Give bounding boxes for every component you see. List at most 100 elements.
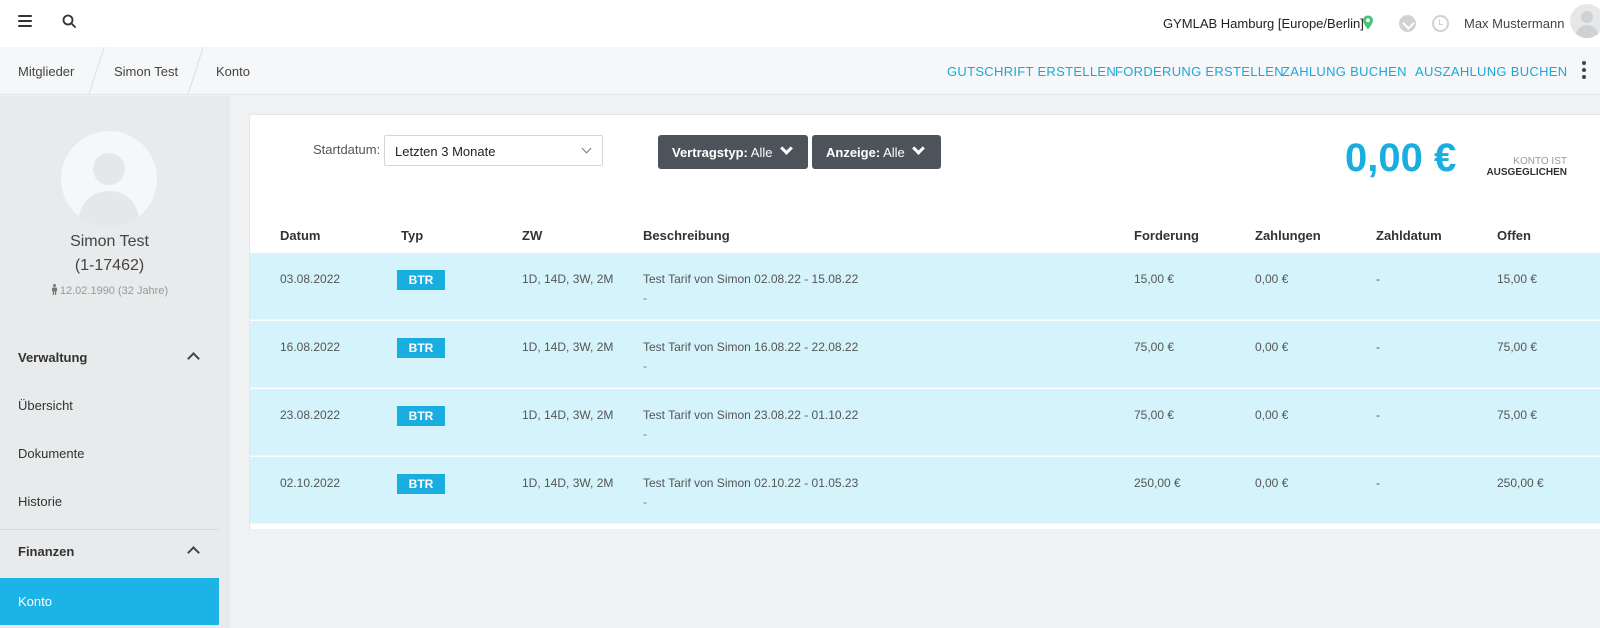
anzeige-label: Anzeige: — [826, 145, 881, 160]
table-row[interactable]: 02.10.2022 BTR 1D, 14D, 3W, 2M Test Tari… — [250, 457, 1600, 524]
cell-forderung: 250,00 € — [1134, 476, 1181, 490]
cell-zahldatum: - — [1376, 408, 1380, 422]
breadcrumb-separator — [187, 47, 204, 95]
member-name: Simon Test — [70, 233, 149, 250]
cell-zahldatum: - — [1376, 476, 1380, 490]
cell-zw: 1D, 14D, 3W, 2M — [522, 272, 614, 286]
chevron-down-icon — [581, 143, 592, 154]
chevron-down-icon — [912, 142, 925, 155]
user-name[interactable]: Max Mustermann — [1464, 16, 1564, 31]
kebab-menu-icon[interactable] — [1582, 61, 1586, 79]
typ-badge: BTR — [397, 270, 445, 290]
table-row[interactable]: 16.08.2022 BTR 1D, 14D, 3W, 2M Test Tari… — [250, 321, 1600, 388]
cell-datum: 16.08.2022 — [280, 340, 341, 354]
cell-offen: 75,00 € — [1497, 340, 1538, 354]
cell-datum: 23.08.2022 — [280, 408, 341, 422]
typ-badge: BTR — [397, 474, 445, 494]
column-header-zahlungen[interactable]: Zahlungen — [1255, 228, 1321, 243]
startdatum-select[interactable]: Letzten 3 Monate — [384, 135, 603, 166]
cell-zw: 1D, 14D, 3W, 2M — [522, 408, 614, 422]
column-header-offen[interactable]: Offen — [1497, 228, 1531, 243]
cell-forderung: 75,00 € — [1134, 408, 1175, 422]
cell-offen: 75,00 € — [1497, 408, 1538, 422]
cell-zahlungen: 0,00 € — [1255, 272, 1289, 286]
clock-icon[interactable] — [1432, 15, 1449, 32]
nav-section-finanzen[interactable]: Finanzen — [18, 544, 74, 559]
nav-section-verwaltung[interactable]: Verwaltung — [18, 350, 87, 365]
cell-zw: 1D, 14D, 3W, 2M — [522, 476, 614, 490]
sidebar-item-label: Konto — [18, 594, 52, 609]
sidebar: Simon Test (1-17462) 12.02.1990 (32 Jahr… — [0, 96, 230, 628]
studio-location[interactable]: GYMLAB Hamburg [Europe/Berlin] — [1163, 16, 1364, 31]
vertragstyp-filter-button[interactable]: Vertragstyp: Alle — [658, 135, 808, 169]
anzeige-value: Alle — [883, 145, 905, 160]
typ-badge: BTR — [397, 338, 445, 358]
cell-offen: 15,00 € — [1497, 272, 1538, 286]
breadcrumb-member[interactable]: Simon Test — [114, 64, 178, 79]
cell-datum: 03.08.2022 — [280, 272, 341, 286]
gutschrift-erstellen-button[interactable]: GUTSCHRIFT ERSTELLEN — [947, 64, 1116, 79]
table-row[interactable]: 23.08.2022 BTR 1D, 14D, 3W, 2M Test Tari… — [250, 389, 1600, 456]
table-row[interactable]: 03.08.2022 BTR 1D, 14D, 3W, 2M Test Tari… — [250, 253, 1600, 320]
cell-beschreibung-sub: - — [643, 291, 647, 305]
forderung-erstellen-button[interactable]: FORDERUNG ERSTELLEN — [1115, 64, 1284, 79]
cell-zw: 1D, 14D, 3W, 2M — [522, 340, 614, 354]
cell-forderung: 75,00 € — [1134, 340, 1175, 354]
cell-zahldatum: - — [1376, 272, 1380, 286]
column-header-datum[interactable]: Datum — [280, 228, 320, 243]
breadcrumb-mitglieder[interactable]: Mitglieder — [18, 64, 74, 79]
column-header-beschreibung[interactable]: Beschreibung — [643, 228, 730, 243]
sidebar-item-konto[interactable]: Konto — [0, 578, 219, 625]
menu-icon[interactable] — [18, 15, 32, 28]
cell-beschreibung-sub: - — [643, 359, 647, 373]
chevron-up-icon[interactable] — [187, 352, 200, 365]
auszahlung-buchen-button[interactable]: AUSZAHLUNG BUCHEN — [1415, 64, 1567, 79]
cell-zahlungen: 0,00 € — [1255, 476, 1289, 490]
member-avatar — [61, 131, 157, 227]
cell-zahldatum: - — [1376, 340, 1380, 354]
chevron-down-icon — [780, 142, 793, 155]
member-id: (1-17462) — [74, 257, 145, 274]
breadcrumb-separator — [88, 47, 105, 95]
sidebar-item-uebersicht[interactable]: Übersicht — [18, 398, 73, 413]
avatar[interactable] — [1570, 4, 1600, 38]
cell-datum: 02.10.2022 — [280, 476, 341, 490]
startdatum-label: Startdatum: — [313, 142, 381, 157]
balance-status-line1: KONTO IST — [1513, 156, 1567, 167]
column-header-zahldatum[interactable]: Zahldatum — [1376, 228, 1442, 243]
cell-beschreibung: Test Tarif von Simon 23.08.22 - 01.10.22 — [643, 408, 859, 422]
cell-offen: 250,00 € — [1497, 476, 1544, 490]
cell-zahlungen: 0,00 € — [1255, 408, 1289, 422]
cell-beschreibung: Test Tarif von Simon 02.10.22 - 01.05.23 — [643, 476, 859, 490]
vertragstyp-label: Vertragstyp: — [672, 145, 748, 160]
column-header-forderung[interactable]: Forderung — [1134, 228, 1199, 243]
cell-beschreibung-sub: - — [643, 495, 647, 509]
startdatum-value: Letzten 3 Monate — [395, 144, 496, 159]
balance-status-line2: AUSGEGLICHEN — [1486, 167, 1567, 178]
member-birthdate: 12.02.1990 (32 Jahre) — [0, 284, 219, 297]
top-bar: GYMLAB Hamburg [Europe/Berlin] Max Muste… — [0, 0, 1600, 47]
account-panel: Startdatum: Letzten 3 Monate Vertragstyp… — [249, 114, 1600, 529]
sidebar-item-dokumente[interactable]: Dokumente — [18, 446, 84, 461]
account-balance: 0,00 € — [1345, 136, 1457, 180]
location-pin-icon — [1363, 15, 1373, 30]
breadcrumb-konto: Konto — [216, 64, 250, 79]
zahlung-buchen-button[interactable]: ZAHLUNG BUCHEN — [1282, 64, 1407, 79]
cell-zahlungen: 0,00 € — [1255, 340, 1289, 354]
vertragstyp-value: Alle — [750, 145, 773, 160]
download-icon[interactable] — [1399, 15, 1416, 32]
column-header-zw[interactable]: ZW — [522, 228, 542, 243]
search-icon[interactable] — [62, 14, 76, 28]
cell-beschreibung: Test Tarif von Simon 02.08.22 - 15.08.22 — [643, 272, 859, 286]
chevron-up-icon[interactable] — [187, 546, 200, 559]
column-header-typ[interactable]: Typ — [401, 228, 423, 243]
anzeige-filter-button[interactable]: Anzeige: Alle — [812, 135, 941, 169]
cell-forderung: 15,00 € — [1134, 272, 1175, 286]
cell-beschreibung-sub: - — [643, 427, 647, 441]
breadcrumb-bar: Mitglieder Simon Test Konto GUTSCHRIFT E… — [0, 47, 1600, 95]
person-icon — [51, 284, 57, 295]
sidebar-item-historie[interactable]: Historie — [18, 494, 62, 509]
nav-divider — [0, 529, 219, 530]
typ-badge: BTR — [397, 406, 445, 426]
member-dob-text: 12.02.1990 (32 Jahre) — [59, 285, 169, 297]
